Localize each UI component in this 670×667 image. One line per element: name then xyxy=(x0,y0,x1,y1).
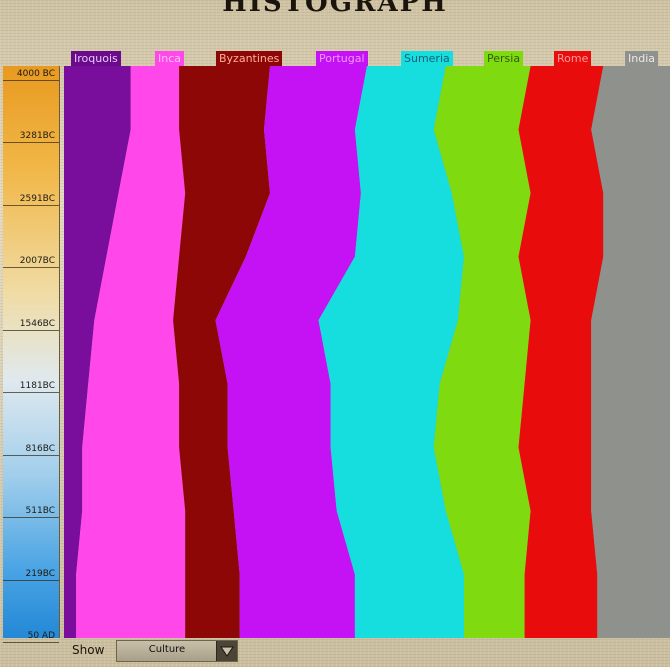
stream-india xyxy=(591,66,670,638)
legend-india: India xyxy=(625,51,658,66)
show-dropdown-value: Culture xyxy=(148,644,186,655)
legend-sumeria: Sumeria xyxy=(401,51,453,66)
timeline-tick: 1546BC xyxy=(3,319,59,331)
timeline-tick: 219BC xyxy=(3,569,59,581)
timeline-axis: 4000 BC 3281BC 2591BC 2007BC 1546BC 1181BC 816… xyxy=(3,66,60,643)
triangle-down-icon[interactable] xyxy=(216,641,237,661)
legend-portugal: Portugal xyxy=(316,51,368,66)
timeline-tick: 2591BC xyxy=(3,194,59,206)
timeline-tick: 511BC xyxy=(3,506,59,519)
show-label: Show xyxy=(72,643,105,657)
timeline-tick: 4000 BC xyxy=(3,69,59,81)
stream-rome xyxy=(518,66,604,638)
timeline-tick: 3281BC xyxy=(3,131,59,144)
page-title: HISTOGRAPH xyxy=(222,0,448,18)
legend-inca: Inca xyxy=(155,51,185,66)
timeline-tick: 2007BC xyxy=(3,256,59,269)
legend-rome: Rome xyxy=(554,51,592,66)
legend-byzantines: Byzantines xyxy=(216,51,283,66)
legend-persia: Persia xyxy=(484,51,524,66)
timeline-tick: 816BC xyxy=(3,444,59,456)
timeline-tick: 1181BC xyxy=(3,381,59,394)
histograph-plot xyxy=(64,66,670,638)
show-dropdown[interactable]: Culture xyxy=(116,640,238,662)
histograph-chart xyxy=(64,66,670,638)
legend-iroquois: Iroquois xyxy=(71,51,121,66)
